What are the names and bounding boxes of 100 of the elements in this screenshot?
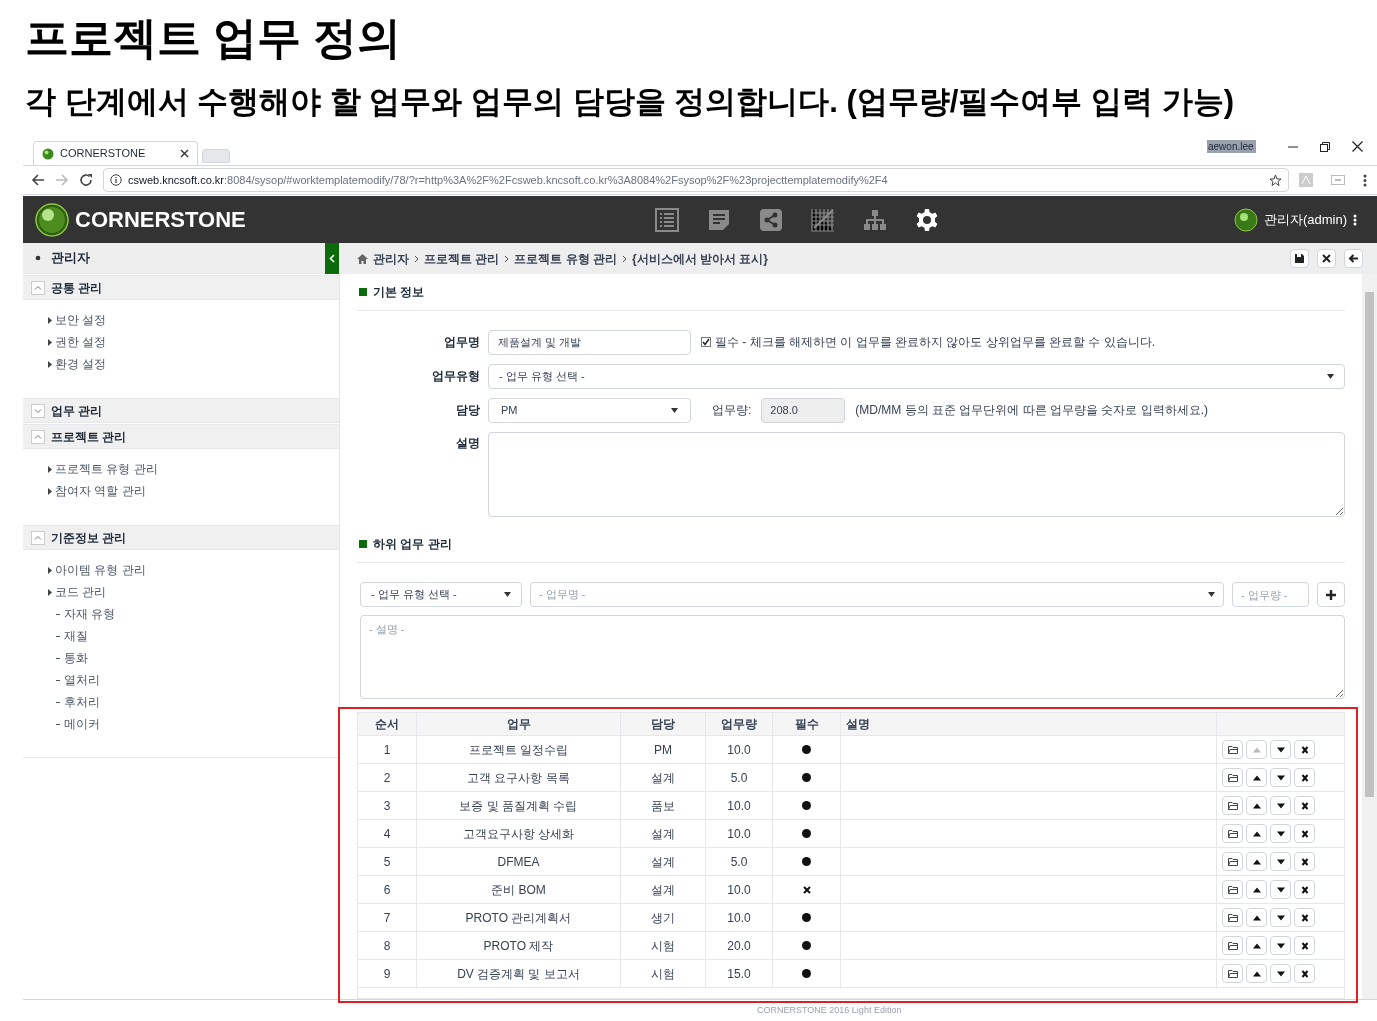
breadcrumb-link[interactable]: 프로젝트 관리 bbox=[424, 249, 500, 268]
move-down-button[interactable] bbox=[1270, 768, 1291, 787]
move-up-button[interactable] bbox=[1246, 908, 1267, 927]
back-icon[interactable] bbox=[31, 173, 45, 187]
sidebar-item[interactable]: 아이템 유형 관리 bbox=[48, 559, 339, 581]
move-up-button[interactable] bbox=[1246, 768, 1267, 787]
table-cell: 9 bbox=[358, 960, 417, 987]
sidebar-section[interactable]: 공통 관리 bbox=[23, 275, 339, 300]
sidebar-subitem[interactable]: 재질 bbox=[48, 625, 339, 647]
close-icon[interactable] bbox=[1352, 141, 1363, 152]
share-icon[interactable] bbox=[759, 207, 783, 232]
required-checkbox[interactable]: 필수 - 체크를 해제하면 이 업무를 완료하지 않아도 상위업무를 완료할 수 있습니다. bbox=[701, 333, 1155, 351]
delete-button[interactable] bbox=[1294, 740, 1315, 759]
task-type-select[interactable]: - 업무 유형 선택 - bbox=[360, 582, 522, 607]
address-bar[interactable]: csweb.kncsoft.co.kr:8084/sysop/#worktemplatemodify/78/?r=http%3A%2F%2Fcsweb.kncsoft.co.kr%3A8084%2Fsysop%2F%23projecttemplatemodify%2F4 bbox=[103, 168, 1289, 192]
move-down-button[interactable] bbox=[1270, 740, 1291, 759]
move-up-button[interactable] bbox=[1246, 880, 1267, 899]
sidebar-subitem[interactable]: 후처리 bbox=[48, 691, 339, 713]
save-button[interactable] bbox=[1290, 249, 1309, 268]
sidebar-item[interactable]: 프로젝트 유형 관리 bbox=[48, 458, 339, 480]
chart-icon[interactable] bbox=[811, 207, 835, 232]
delete-button[interactable] bbox=[1294, 964, 1315, 983]
open-button[interactable] bbox=[1222, 768, 1243, 787]
open-button[interactable] bbox=[1222, 908, 1243, 927]
user-badge: aewon.lee bbox=[1207, 140, 1256, 153]
reload-icon[interactable] bbox=[79, 173, 93, 187]
more-icon[interactable] bbox=[1353, 213, 1357, 226]
more-icon[interactable] bbox=[1363, 173, 1367, 187]
move-down-button[interactable] bbox=[1270, 908, 1291, 927]
close-icon bbox=[1299, 913, 1310, 922]
hierarchy-icon[interactable] bbox=[863, 207, 887, 232]
move-down-button[interactable] bbox=[1270, 936, 1291, 955]
delete-button[interactable] bbox=[1294, 768, 1315, 787]
restore-icon[interactable] bbox=[1320, 141, 1330, 152]
move-up-button[interactable] bbox=[1246, 964, 1267, 983]
add-button[interactable] bbox=[1317, 582, 1345, 607]
task-name-field[interactable]: 제품설계 및 개발 bbox=[488, 329, 691, 355]
dash-icon bbox=[56, 635, 60, 637]
move-up-button[interactable] bbox=[1246, 936, 1267, 955]
triangle-icon bbox=[48, 566, 52, 574]
description-field[interactable] bbox=[488, 431, 1345, 517]
star-icon[interactable] bbox=[1269, 173, 1282, 187]
delete-button[interactable] bbox=[1294, 908, 1315, 927]
move-up-button[interactable] bbox=[1246, 824, 1267, 843]
open-button[interactable] bbox=[1222, 824, 1243, 843]
move-up-button[interactable] bbox=[1246, 796, 1267, 815]
breadcrumb-link[interactable]: 관리자 bbox=[373, 249, 409, 268]
browser-tab[interactable]: CORNERSTONE bbox=[33, 141, 198, 165]
close-icon bbox=[1299, 857, 1310, 866]
open-button[interactable] bbox=[1222, 796, 1243, 815]
owner-select[interactable]: PM bbox=[488, 397, 691, 423]
open-button[interactable] bbox=[1222, 880, 1243, 899]
delete-button[interactable] bbox=[1294, 824, 1315, 843]
delete-button[interactable] bbox=[1294, 936, 1315, 955]
task-type-select[interactable]: - 업무 유형 선택 - bbox=[488, 363, 1345, 389]
folder-icon bbox=[1227, 773, 1238, 782]
delete-button[interactable] bbox=[1294, 796, 1315, 815]
move-down-button[interactable] bbox=[1270, 796, 1291, 815]
sidebar-subitem[interactable]: 자재 유형 bbox=[48, 603, 339, 625]
scrollbar[interactable] bbox=[1362, 274, 1377, 999]
sidebar-section[interactable]: 업무 관리 bbox=[23, 398, 339, 423]
sidebar-subitem[interactable]: 메이커 bbox=[48, 713, 339, 735]
breadcrumb-link[interactable]: 프로젝트 유형 관리 bbox=[514, 249, 617, 268]
sidebar-item[interactable]: 권한 설정 bbox=[48, 331, 339, 353]
sidebar-subitem[interactable]: 열처리 bbox=[48, 669, 339, 691]
dash-icon bbox=[56, 657, 60, 659]
sidebar-item[interactable]: 환경 설정 bbox=[48, 353, 339, 375]
table-cell: 10.0 bbox=[706, 792, 773, 819]
back-button[interactable] bbox=[1344, 249, 1363, 268]
close-icon[interactable] bbox=[180, 149, 189, 158]
sidebar-item[interactable]: 참여자 역할 관리 bbox=[48, 480, 339, 502]
open-button[interactable] bbox=[1222, 936, 1243, 955]
table-cell: 10.0 bbox=[706, 904, 773, 931]
sidebar-section[interactable]: 기준정보 관리 bbox=[23, 525, 339, 550]
open-button[interactable] bbox=[1222, 740, 1243, 759]
user-name[interactable]: 관리자(admin) bbox=[1263, 209, 1347, 230]
sidebar-subitem[interactable]: 통화 bbox=[48, 647, 339, 669]
table-cell: 보증 및 품질계획 수립 bbox=[417, 792, 621, 819]
description-field[interactable]: - 설명 - bbox=[360, 615, 1345, 699]
workload-field[interactable]: 208.0 bbox=[761, 397, 846, 423]
open-button[interactable] bbox=[1222, 964, 1243, 983]
column-header: 업무 bbox=[417, 713, 621, 735]
collapse-sidebar-button[interactable] bbox=[325, 242, 339, 274]
table-cell: DFMEA bbox=[417, 848, 621, 875]
close-button[interactable] bbox=[1317, 249, 1336, 268]
sidebar-item[interactable]: 보안 설정 bbox=[48, 309, 339, 331]
workload-field[interactable]: - 업무량 - bbox=[1232, 582, 1309, 607]
list-icon[interactable] bbox=[655, 207, 679, 232]
delete-button[interactable] bbox=[1294, 852, 1315, 871]
delete-button[interactable] bbox=[1294, 880, 1315, 899]
move-down-button[interactable] bbox=[1270, 964, 1291, 983]
sidebar-item[interactable]: 코드 관리 bbox=[48, 581, 339, 603]
open-button[interactable] bbox=[1222, 852, 1243, 871]
move-down-button[interactable] bbox=[1270, 852, 1291, 871]
caret-down-icon bbox=[671, 407, 678, 413]
document-icon[interactable] bbox=[707, 207, 731, 232]
move-down-button[interactable] bbox=[1270, 824, 1291, 843]
move-down-button[interactable] bbox=[1270, 880, 1291, 899]
move-up-button[interactable] bbox=[1246, 852, 1267, 871]
sidebar-section[interactable]: 프로젝트 관리 bbox=[23, 424, 339, 449]
